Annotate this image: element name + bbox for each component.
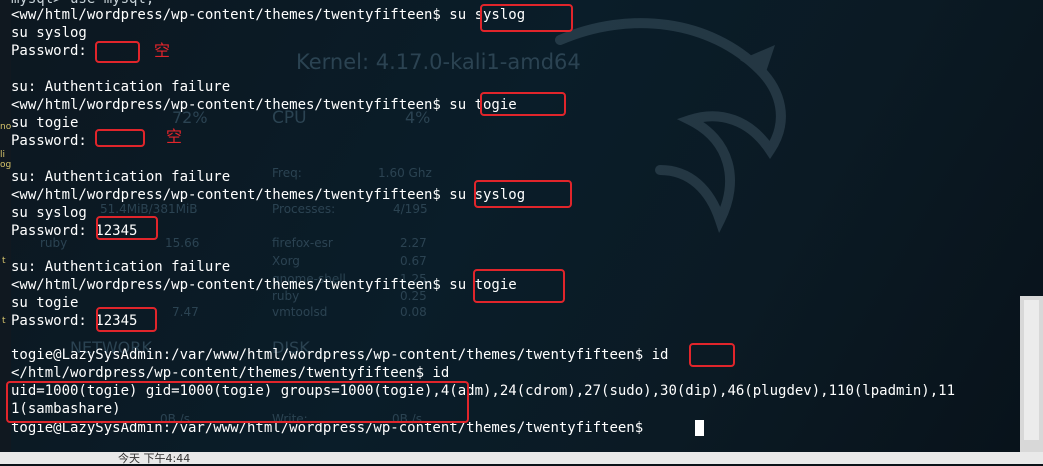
terminal-line: su: Authentication failure: [11, 169, 231, 185]
terminal-line: Password:: [11, 133, 96, 149]
edge-text: li: [0, 150, 6, 160]
terminal-line: su togie: [11, 295, 79, 311]
highlight-empty-password-1: [95, 41, 140, 63]
highlight-su-togie-2: [473, 269, 565, 303]
terminal-line: togie@LazySysAdmin:/var/www/html/wordpre…: [11, 347, 669, 363]
terminal-line: <ww/html/wordpress/wp-content/themes/twe…: [11, 187, 526, 203]
edge-text: og: [0, 160, 12, 170]
highlight-su-syslog-1: [480, 4, 573, 32]
terminal-line: su syslog: [11, 25, 87, 41]
annotation-empty-1: 空: [154, 41, 171, 60]
highlight-su-syslog-2: [474, 180, 572, 208]
highlight-id-command: [689, 343, 735, 367]
terminal-line: su: Authentication failure: [11, 259, 231, 275]
terminal-line: su syslog: [11, 205, 87, 221]
highlight-password-12345-1: [96, 216, 158, 240]
terminal-window[interactable]: mysql> use mysql; <ww/html/wordpress/wp-…: [6, 0, 1020, 452]
edge-text: t: [2, 256, 6, 266]
terminal-line: <ww/html/wordpress/wp-content/themes/twe…: [11, 7, 526, 23]
terminal-line: </html/wordpress/wp-content/themes/twent…: [11, 365, 450, 381]
terminal-line: <ww/html/wordpress/wp-content/themes/twe…: [11, 97, 517, 113]
terminal-scrollbar[interactable]: [1020, 296, 1043, 464]
terminal-line: Password:: [11, 43, 96, 59]
terminal-cursor: [695, 420, 704, 436]
highlight-password-12345-2: [96, 307, 157, 332]
terminal-line: <ww/html/wordpress/wp-content/themes/twe…: [11, 277, 517, 293]
highlight-id-output: [6, 381, 469, 423]
highlight-empty-password-2: [95, 129, 145, 147]
scrollbar-thumb[interactable]: [1024, 300, 1039, 440]
terminal-line: su togie: [11, 115, 79, 131]
terminal-line: su: Authentication failure: [11, 79, 231, 95]
edge-text: t: [2, 316, 6, 326]
edge-text: no: [0, 122, 12, 132]
highlight-su-togie-1: [480, 92, 566, 116]
annotation-empty-2: 空: [166, 127, 183, 146]
taskbar-strip: 今天 下午4:44: [0, 452, 1043, 465]
